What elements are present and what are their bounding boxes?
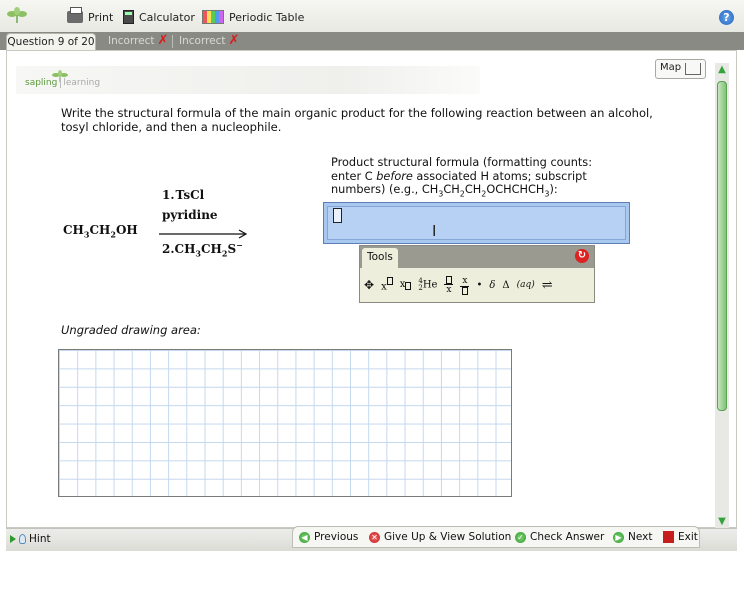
hint-label: Hint (29, 533, 51, 545)
instructions-line-3: numbers) (e.g., CH3CH2CH2OCHCHCH3): (331, 183, 558, 199)
superscript-button[interactable]: x (381, 277, 393, 293)
previous-label: Previous (314, 531, 359, 543)
subscript-button[interactable]: x (400, 279, 412, 292)
app-logo-icon (6, 7, 28, 25)
answer-input-inner[interactable] (327, 206, 626, 240)
isotope-button[interactable]: 4 2 He (418, 278, 437, 292)
sitemap-icon (685, 63, 701, 75)
question-text: Write the structural formula of the main… (61, 106, 653, 134)
reagent-step-1-pyridine: pyridine (162, 208, 218, 222)
calculator-button[interactable]: Calculator (123, 9, 195, 25)
instructions-after-text: associated H atoms; subscript (412, 169, 587, 183)
dot-button[interactable]: • (476, 280, 482, 291)
attempt-tab-1[interactable]: Incorrect ✗ (108, 33, 168, 50)
vertical-scrollbar[interactable]: ▲ ▼ (715, 63, 729, 529)
periodic-table-button[interactable]: Periodic Table (202, 9, 304, 25)
bottom-navigation-bar: Hint ◀ Previous ✕ Give Up & View Solutio… (6, 526, 737, 551)
logo-primary: sapling (25, 78, 58, 88)
formula-tools-palette: Tools ↻ ✥ x x 4 2 He x x • δ Δ (aq) ⇌ (359, 245, 595, 303)
previous-button[interactable]: ◀ Previous (299, 527, 358, 547)
next-button[interactable]: ▶ Next (613, 527, 652, 547)
next-label: Next (628, 531, 653, 543)
lightbulb-icon (19, 534, 26, 544)
delta-upper-button[interactable]: Δ (502, 280, 509, 291)
answer-instructions: Product structural formula (formatting c… (331, 156, 631, 201)
reagent-step-2: 2.CH3CH2S− (162, 240, 243, 259)
check-icon: ✓ (515, 531, 526, 543)
fraction-button[interactable]: x (444, 275, 454, 295)
next-arrow-icon: ▶ (613, 531, 624, 543)
calculator-icon (123, 10, 134, 24)
reactant-formula: CH3CH2OH (63, 223, 138, 240)
question-tab-bar: Question 9 of 20 Incorrect ✗ Incorrect ✗ (0, 32, 744, 50)
tools-row: ✥ x x 4 2 He x x • δ Δ (aq) ⇌ (364, 274, 553, 296)
text-cursor-icon: I (432, 222, 437, 240)
tab-current-question[interactable]: Question 9 of 20 (6, 33, 96, 50)
nav-buttons-strip: ◀ Previous ✕ Give Up & View Solution ✓ C… (292, 526, 700, 548)
reset-icon[interactable]: ↻ (575, 249, 589, 263)
periodic-table-label: Periodic Table (229, 10, 305, 24)
hint-button[interactable]: Hint (10, 533, 51, 545)
check-answer-button[interactable]: ✓ Check Answer (515, 527, 604, 547)
scroll-up-arrow-icon[interactable]: ▲ (715, 63, 729, 77)
map-button[interactable]: Map (655, 59, 706, 79)
attempt-2-label: Incorrect (179, 35, 226, 47)
move-icon[interactable]: ✥ (364, 278, 374, 292)
give-up-x-icon: ✕ (369, 531, 380, 543)
exit-button[interactable]: Exit (663, 527, 698, 547)
incorrect-x-icon: ✗ (157, 33, 169, 48)
top-toolbar: Print Calculator Periodic Table ? (0, 0, 744, 33)
tools-header: Tools ↻ (360, 246, 594, 268)
map-label: Map (660, 62, 682, 73)
sapling-logo: sapling learning (25, 78, 101, 88)
give-up-button[interactable]: ✕ Give Up & View Solution (369, 527, 511, 547)
drawing-area-label: Ungraded drawing area: (61, 323, 201, 337)
equilibrium-arrow-button[interactable]: ⇌ (542, 278, 553, 293)
over-button[interactable]: x (460, 276, 470, 295)
back-arrow-icon: ◀ (299, 531, 310, 543)
attempt-tab-2[interactable]: Incorrect ✗ (179, 33, 239, 50)
delta-lower-button[interactable]: δ (489, 280, 495, 291)
tools-tab[interactable]: Tools (362, 248, 398, 268)
reagent-step-1: 1.TsCl (162, 188, 205, 202)
exit-label: Exit (678, 531, 698, 543)
calculator-label: Calculator (139, 10, 195, 24)
instructions-line-1: Product structural formula (formatting c… (331, 156, 593, 169)
periodic-table-icon (202, 10, 224, 24)
answer-input-field[interactable] (323, 202, 630, 244)
exit-door-icon (663, 531, 674, 543)
reaction-arrow-icon (159, 229, 247, 239)
aqueous-button[interactable]: (aq) (517, 280, 535, 290)
incorrect-x-icon: ✗ (228, 33, 240, 48)
print-button[interactable]: Print (67, 7, 114, 25)
instructions-emphasis: before (376, 169, 413, 183)
expand-arrow-icon (10, 535, 16, 543)
instructions-line-2: enter C before associated H atoms; subsc… (331, 170, 631, 184)
give-up-label: Give Up & View Solution (384, 531, 512, 543)
tab-divider (172, 35, 173, 48)
instructions-before-text: enter C (331, 169, 377, 183)
ungraded-drawing-area[interactable] (58, 349, 512, 497)
scroll-thumb[interactable] (717, 81, 727, 411)
scroll-down-arrow-icon[interactable]: ▼ (715, 515, 729, 529)
check-answer-label: Check Answer (530, 531, 605, 543)
logo-secondary: learning (60, 78, 101, 88)
print-label: Print (88, 10, 114, 24)
attempt-1-label: Incorrect (108, 35, 155, 47)
printer-icon (67, 7, 83, 23)
help-icon[interactable]: ? (719, 10, 734, 25)
input-placeholder-box (333, 208, 342, 223)
